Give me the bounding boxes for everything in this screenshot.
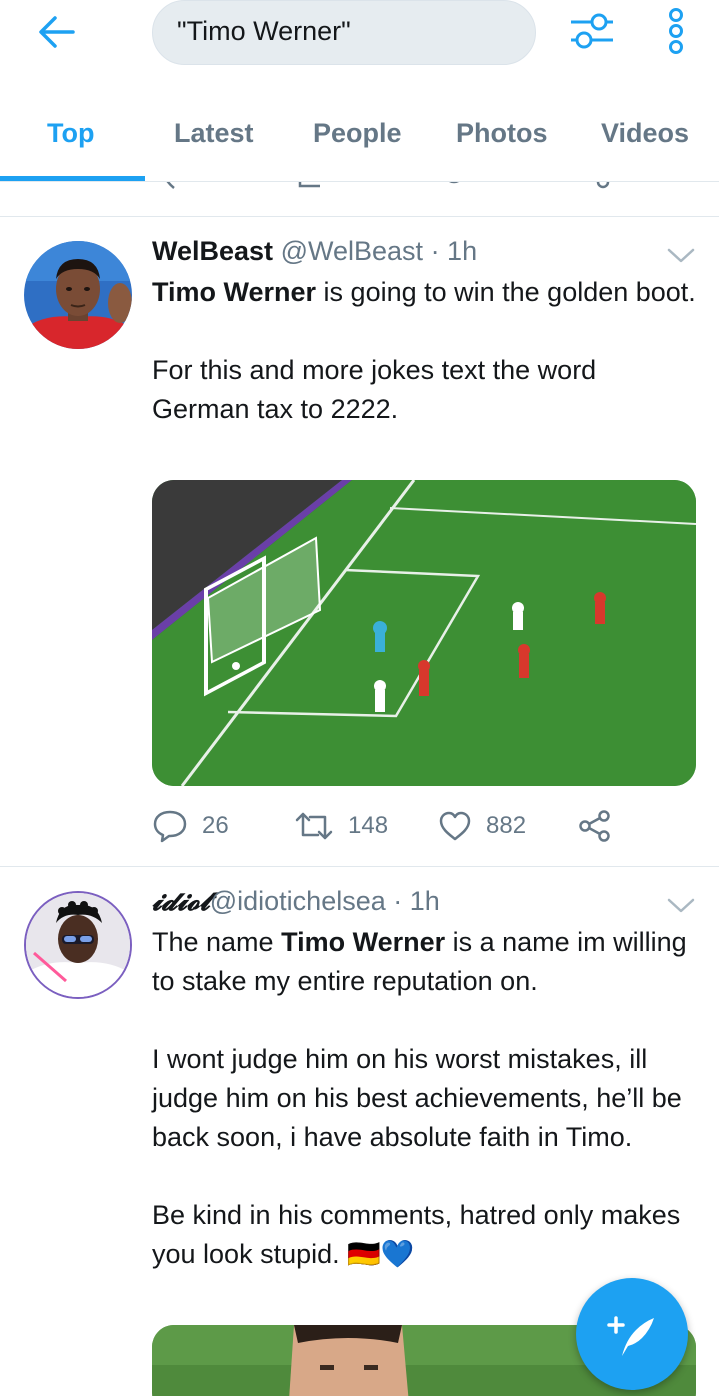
tweet-text: The name Timo Werner is a name im willin… — [152, 923, 697, 1274]
tweet-actions: 26 148 882 — [152, 806, 632, 846]
avatar-photo-welbeast — [24, 241, 132, 349]
reply-button[interactable]: 26 — [152, 806, 229, 846]
tweet-text-paragraph: For this and more jokes text the word Ge… — [152, 355, 597, 424]
compose-icon — [607, 1316, 654, 1356]
tweet-text: Timo Werner is going to win the golden b… — [152, 273, 697, 429]
display-name[interactable]: 𝓲𝓭𝓲𝓸𝓽 — [152, 886, 210, 917]
tab-videos[interactable]: Videos — [601, 118, 689, 149]
avatar-photo-idiotichelsea — [26, 893, 130, 997]
football-pitch-photo — [152, 480, 696, 786]
tweet-time: · 1h — [393, 886, 440, 916]
previous-tweet-actions-peek — [0, 182, 719, 216]
share-icon — [579, 810, 610, 842]
more-vertical-icon — [669, 8, 683, 54]
search-header: "Timo Werner" — [0, 0, 719, 80]
tab-photos[interactable]: Photos — [456, 118, 548, 149]
compose-tweet-button[interactable] — [576, 1278, 688, 1390]
search-tabs: Top Latest People Photos Videos — [0, 92, 719, 182]
tweet-text-paragraph: I wont judge him on his worst mistakes, … — [152, 1044, 682, 1152]
tweet-text-segment: The name — [152, 927, 282, 957]
reply-count: 26 — [202, 812, 229, 839]
like-count: 882 — [486, 812, 527, 839]
tweet-text-line: is going to win the golden boot. — [316, 277, 696, 307]
tweet-time: · 1h — [430, 236, 478, 266]
like-icon — [439, 811, 471, 841]
back-button[interactable] — [34, 12, 78, 52]
tweet-divider — [0, 216, 719, 217]
tab-top[interactable]: Top — [47, 118, 94, 149]
previous-tweet-icons-peek — [166, 182, 610, 189]
caret-down-icon[interactable] — [666, 246, 696, 266]
more-options-button[interactable] — [656, 6, 696, 56]
user-handle[interactable]: @idiotichelsea — [210, 886, 386, 916]
search-input[interactable]: "Timo Werner" — [152, 0, 536, 65]
retweet-count: 148 — [348, 812, 389, 839]
retweet-icon — [295, 812, 333, 840]
user-handle[interactable]: @WelBeast — [281, 236, 423, 266]
tab-latest[interactable]: Latest — [174, 118, 254, 149]
retweet-button[interactable]: 148 — [294, 806, 388, 846]
tweet-header: WelBeast @WelBeast · 1h — [152, 236, 477, 267]
tweet-text-highlight[interactable]: Timo Werner — [152, 277, 316, 307]
tweet-text-paragraph: Be kind in his comments, hatred only mak… — [152, 1200, 681, 1269]
share-button[interactable] — [578, 806, 612, 846]
like-button[interactable]: 882 — [438, 806, 526, 846]
tab-people[interactable]: People — [313, 118, 402, 149]
tweet-divider — [0, 866, 719, 867]
tweet-text-highlight[interactable]: Timo Werner — [281, 927, 445, 957]
search-filter-button[interactable] — [566, 8, 618, 54]
tweet-media[interactable] — [152, 480, 696, 786]
tweet-header: 𝓲𝓭𝓲𝓸𝓽@idiotichelsea · 1h — [152, 886, 440, 918]
search-query: "Timo Werner" — [177, 16, 351, 46]
display-name[interactable]: WelBeast — [152, 236, 273, 266]
avatar[interactable] — [24, 891, 132, 999]
back-arrow-icon — [39, 16, 75, 48]
reply-icon — [153, 810, 187, 843]
caret-down-icon[interactable] — [666, 896, 696, 916]
avatar[interactable] — [24, 241, 132, 349]
filter-icon — [571, 13, 613, 49]
